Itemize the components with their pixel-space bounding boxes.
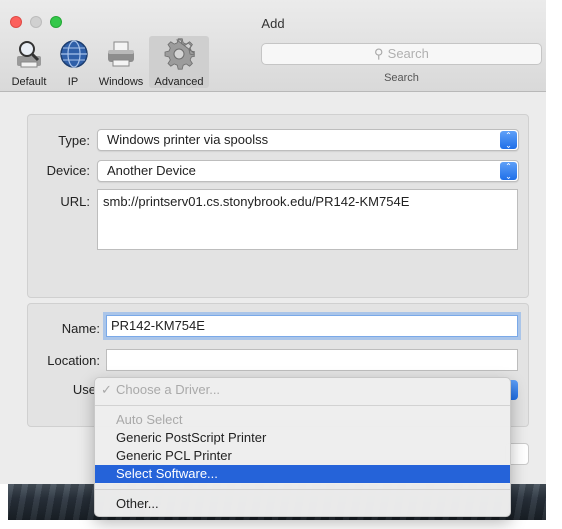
tab-default[interactable]: Default [6,36,52,88]
tab-ip-label: IP [67,76,79,88]
name-field[interactable]: PR142-KM754E [106,315,518,337]
menu-separator [95,489,510,490]
popup-arrows-icon: ⌃ ⌃ [500,131,517,149]
use-popup-arrows-icon [510,380,518,400]
name-label: Name: [61,321,100,336]
search-icon: ⚲ [374,46,384,61]
tab-windows-label: Windows [98,76,144,88]
search-caption: Search [384,72,419,84]
tab-advanced[interactable]: Advanced [149,36,209,88]
use-label: Use [72,382,96,397]
tab-default-label: Default [11,76,47,88]
printer-icon [108,41,134,67]
menu-header-label: Choose a Driver... [116,382,221,397]
menu-item-auto-select: Auto Select [116,412,183,427]
magnifier-printer-icon [17,41,41,68]
driver-menu: ✓ Choose a Driver... Auto Select Generic… [94,377,511,517]
menu-item-generic-pcl[interactable]: Generic PCL Printer [95,447,510,465]
window-title: Add [261,16,285,31]
location-field[interactable] [106,349,518,371]
tab-ip[interactable]: IP [58,36,88,88]
search-field[interactable]: ⚲ Search [261,43,542,65]
toolbar: Add Default IP Windows Advanced ⚲ Search… [0,0,546,92]
menu-item-other[interactable]: Other... [95,495,510,513]
type-value: Windows printer via spoolss [107,132,269,147]
checkmark-icon: ✓ [101,382,112,397]
menu-item-select-software[interactable]: Select Software... [95,465,510,483]
menu-separator [95,405,510,406]
device-popup[interactable]: Another Device ⌃ ⌃ [97,160,519,182]
popup-arrows-icon: ⌃ ⌃ [500,162,517,180]
url-field[interactable]: smb://printserv01.cs.stonybrook.edu/PR14… [97,189,518,250]
menu-header-choose-driver[interactable]: ✓ Choose a Driver... [95,381,510,399]
device-label: Device: [46,163,90,178]
type-popup[interactable]: Windows printer via spoolss ⌃ ⌃ [97,129,519,151]
tab-windows[interactable]: Windows [95,36,147,88]
url-label: URL: [60,194,90,209]
globe-icon [60,40,88,68]
menu-item-generic-postscript[interactable]: Generic PostScript Printer [95,429,510,447]
location-label: Location: [47,353,100,368]
type-label: Type: [58,133,90,148]
tab-advanced-label: Advanced [154,76,204,88]
gear-icon [164,38,195,70]
search-placeholder: Search [387,46,429,61]
device-value: Another Device [107,163,196,178]
